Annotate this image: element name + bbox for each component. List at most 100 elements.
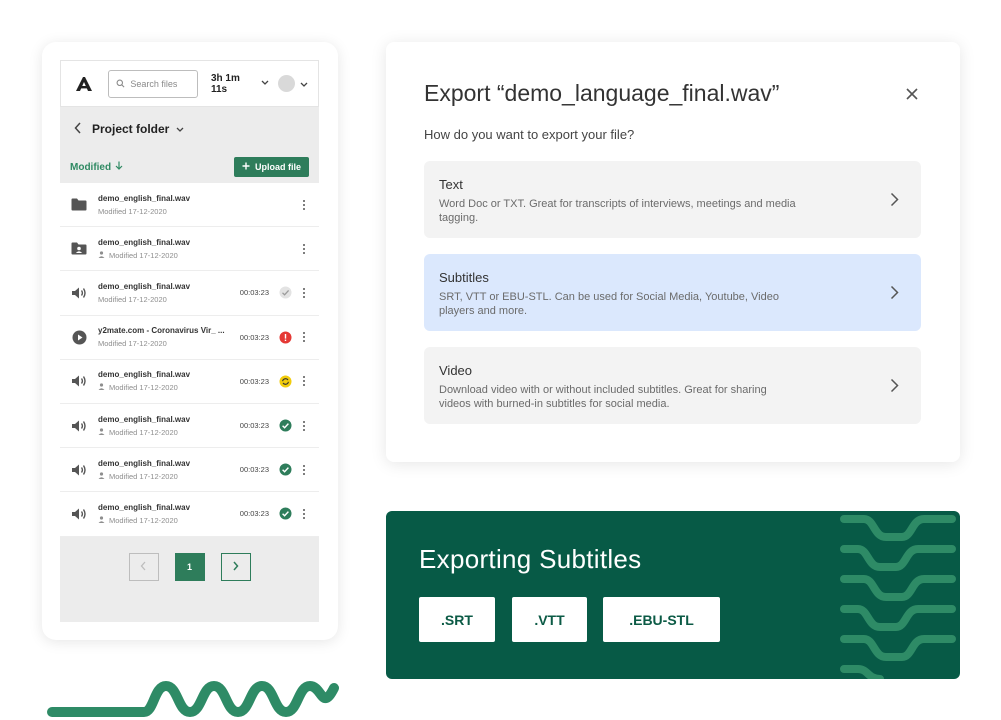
list-toolbar: Modified Upload file [60,151,319,183]
export-option-video[interactable]: Video Download video with or without inc… [424,347,921,424]
more-options-icon[interactable] [301,242,307,256]
processing-sync-icon [279,375,292,388]
user-icon [98,383,105,392]
file-row[interactable]: demo_english_final.wav Modified 17-12-202… [60,360,319,404]
file-duration: 00:03:23 [239,288,269,298]
file-modified: Modified 17-12-2020 [98,472,226,481]
file-name: demo_english_final.wav [98,458,191,468]
chevron-left-icon [140,559,147,574]
file-row[interactable]: demo_english_final.wav Modified 17-12-202… [60,492,319,537]
search-icon [116,75,125,93]
more-options-icon[interactable] [301,374,307,388]
speaker-icon [70,284,88,302]
file-meta: y2mate.com - Coronavirus Vir_ ... Modifie… [98,326,226,348]
user-icon [98,472,105,481]
top-bar: 3h 1m 11s [60,60,319,107]
decorative-pattern-icon [840,515,956,679]
pagination: 1 [60,537,319,597]
folder-header: Project folder [60,107,319,151]
modified-date: Modified 17-12-2020 [98,206,167,216]
format-vtt-button[interactable]: .VTT [512,597,587,642]
brand-logo-icon[interactable] [73,73,94,95]
chevron-down-icon [300,75,308,93]
chevron-right-icon [890,378,899,398]
page-button-current[interactable]: 1 [174,552,205,581]
file-row[interactable]: y2mate.com - Coronavirus Vir_ ... Modifie… [60,316,319,360]
folder-title-dropdown[interactable]: Project folder [92,122,184,136]
file-modified: Modified 17-12-2020 [98,428,226,437]
search-box[interactable] [108,69,198,98]
sort-label: Modified [70,161,112,173]
option-description: SRT, VTT or EBU-STL. Can be used for Soc… [439,291,779,317]
more-options-icon[interactable] [301,419,307,433]
more-options-icon[interactable] [301,198,307,212]
upload-file-button[interactable]: Upload file [233,157,309,177]
export-option-text[interactable]: Text Word Doc or TXT. Great for transcri… [424,161,921,238]
file-duration: 00:03:23 [239,421,269,431]
previous-page-button[interactable] [128,552,159,581]
more-options-icon[interactable] [301,463,307,477]
option-title: Text [439,177,463,192]
play-icon [70,328,88,346]
more-options-icon[interactable] [301,286,307,300]
completed-check-icon [279,463,292,476]
shared-folder-icon [70,240,88,258]
file-modified: Modified 17-12-2020 [98,295,226,304]
modified-date: Modified 17-12-2020 [109,383,178,393]
file-meta: demo_english_final.wav Modified 17-12-202… [98,238,226,260]
speaker-icon [70,417,88,435]
modified-date: Modified 17-12-2020 [98,339,167,349]
close-icon[interactable] [904,86,920,102]
arrow-down-icon [115,161,123,173]
file-browser-panel: 3h 1m 11s Project folder [42,42,338,640]
decorative-wave-icon [47,680,339,718]
format-srt-button[interactable]: .SRT [419,597,495,642]
speaker-icon [70,505,88,523]
file-name: y2mate.com - Coronavirus Vir_ ... [98,326,225,336]
modified-date: Modified 17-12-2020 [109,250,178,260]
option-description: Download video with or without included … [439,384,767,410]
back-arrow-icon[interactable] [74,121,82,137]
file-row[interactable]: demo_english_final.wav Modified 17-12-202… [60,271,319,316]
avatar [278,75,295,92]
file-list: demo_english_final.wav Modified 17-12-202… [60,183,319,537]
more-options-icon[interactable] [301,507,307,521]
completed-check-icon [279,507,292,520]
account-menu[interactable] [278,75,308,93]
file-duration: 00:03:23 [239,465,269,475]
plus-icon [242,162,250,172]
user-icon [98,427,105,437]
file-row[interactable]: demo_english_final.wav Modified 17-12-202… [60,404,319,449]
file-modified: Modified 17-12-2020 [98,516,226,525]
user-icon [98,516,105,525]
speaker-icon [70,372,88,390]
credits-dropdown[interactable]: 3h 1m 11s [211,73,269,95]
modified-date: Modified 17-12-2020 [109,515,178,525]
completed-check-icon [279,419,292,432]
more-options-icon[interactable] [301,330,307,344]
folder-icon [70,196,88,214]
export-option-subtitles[interactable]: Subtitles SRT, VTT or EBU-STL. Can be us… [424,254,921,331]
file-row[interactable]: demo_english_final.wav Modified 17-12-202… [60,227,319,272]
file-meta: demo_english_final.wav Modified 17-12-202… [98,370,226,392]
modified-date: Modified 17-12-2020 [109,471,178,481]
option-title: Video [439,363,473,378]
file-duration: 00:03:23 [239,376,269,386]
file-duration: 00:03:23 [239,509,269,519]
sort-modified-button[interactable]: Modified [70,161,123,173]
chevron-right-icon [890,192,899,212]
error-alert-icon [279,331,292,344]
file-duration: 00:03:23 [239,332,269,342]
file-row[interactable]: demo_english_final.wav Modified 17-12-202… [60,448,319,493]
modified-date: Modified 17-12-2020 [98,294,167,304]
file-modified: Modified 17-12-2020 [98,207,226,216]
file-row[interactable]: demo_english_final.wav Modified 17-12-202… [60,183,319,228]
option-description: Word Doc or TXT. Great for transcripts o… [439,198,796,224]
file-name: demo_english_final.wav [98,193,191,203]
next-page-button[interactable] [220,552,251,581]
chevron-right-icon [890,285,899,305]
chevron-down-icon [261,78,269,89]
format-ebu-stl-button[interactable]: .EBU-STL [603,597,720,642]
search-input[interactable] [130,78,195,89]
stage: 3h 1m 11s Project folder [0,0,1001,720]
